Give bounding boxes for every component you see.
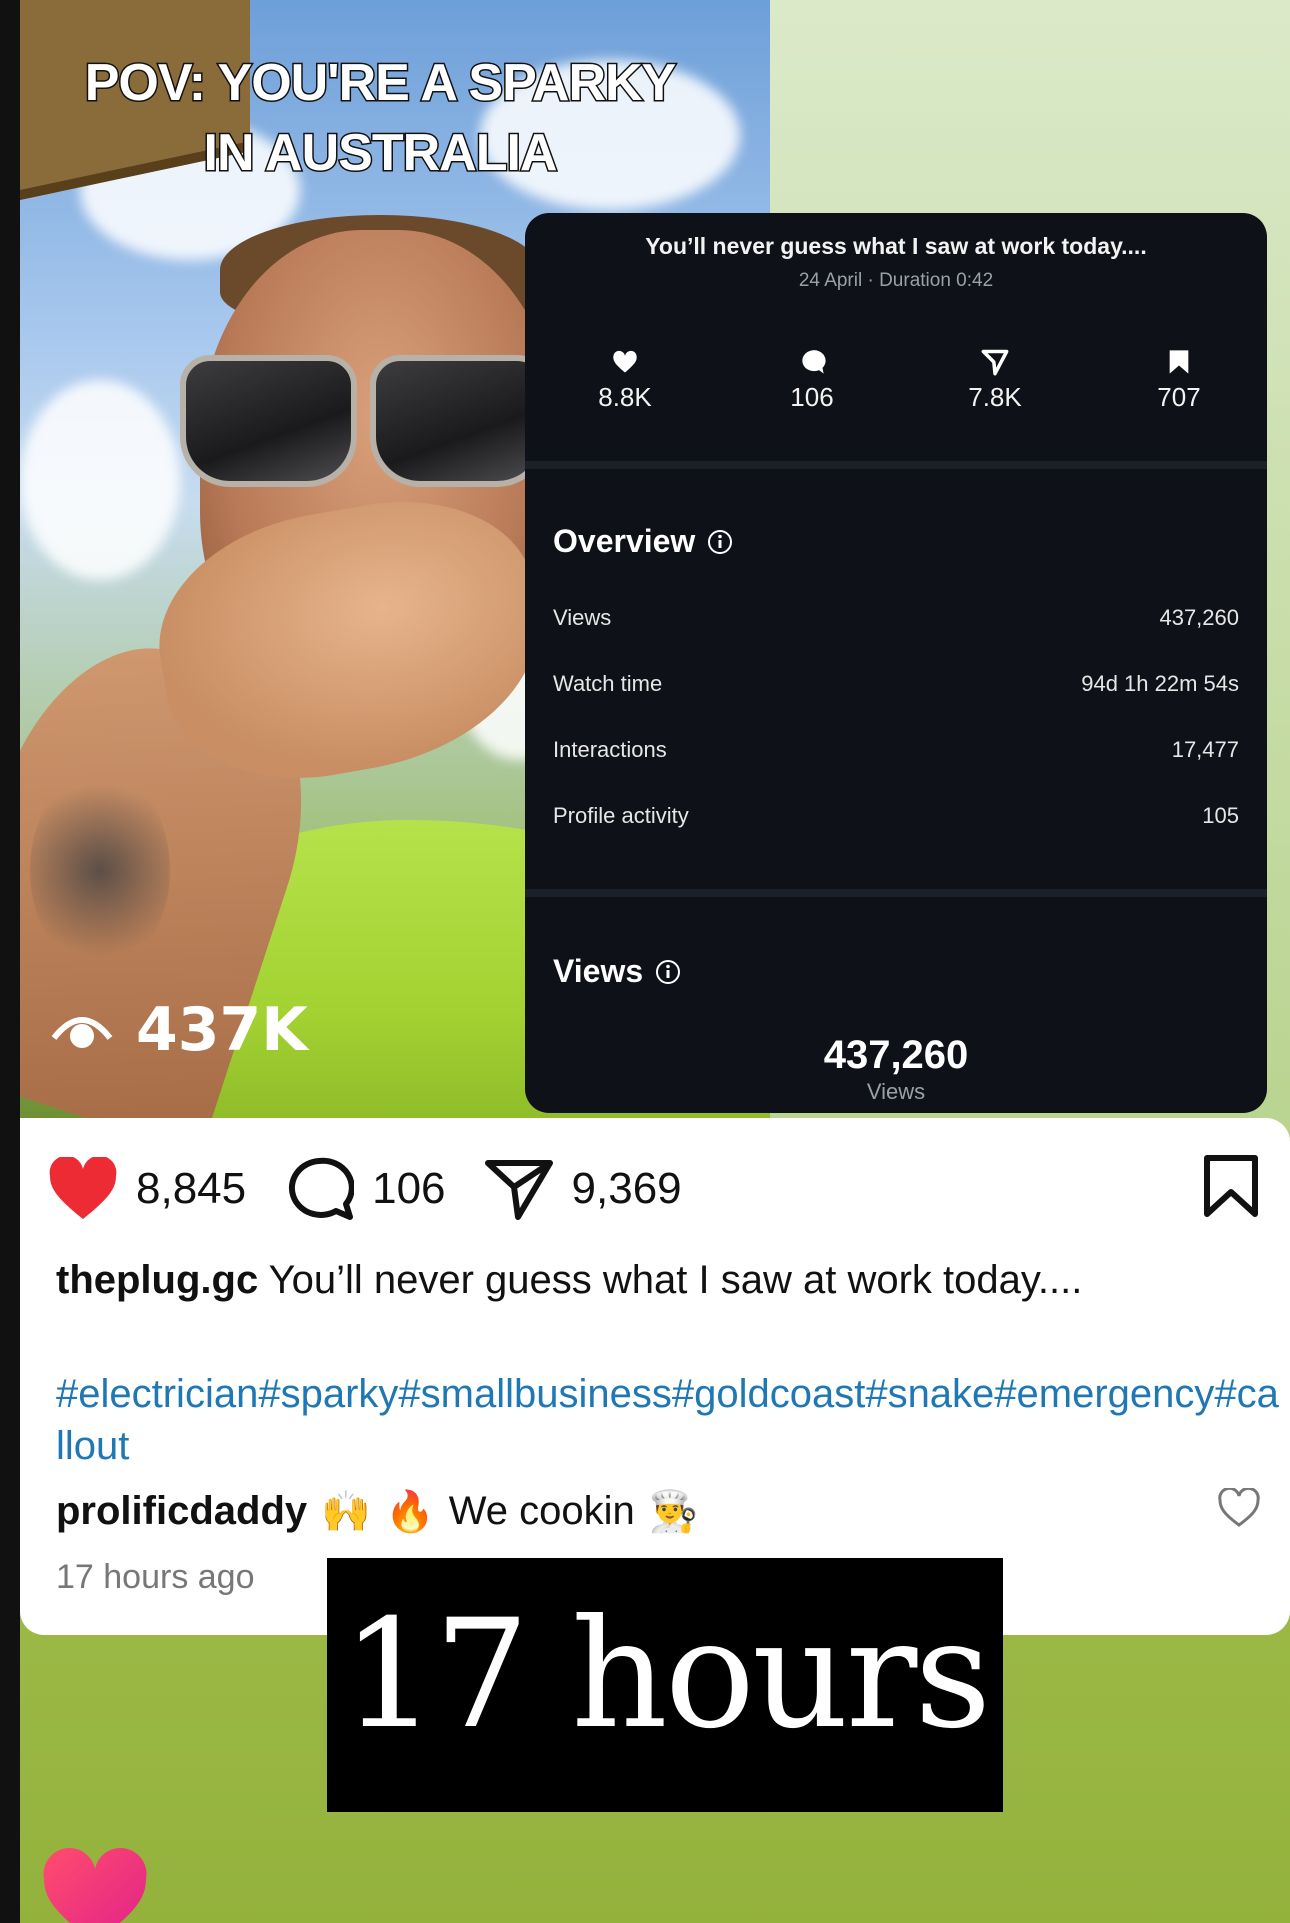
- comment-text: We cookin: [448, 1489, 635, 1533]
- overview-row-profile-activity: Profile activity 105: [553, 803, 1239, 829]
- row-label: Interactions: [553, 737, 667, 762]
- cook-emoji: 👨‍🍳: [648, 1489, 699, 1535]
- info-icon[interactable]: [707, 529, 733, 555]
- like-count: 8,845: [136, 1164, 247, 1213]
- raising-hands-emoji: 🙌: [321, 1489, 371, 1535]
- left-edge: [0, 0, 20, 1923]
- stat-saves: 707: [1119, 348, 1239, 413]
- post-caption: theplug.gc You’ll never guess what I saw…: [56, 1258, 1256, 1303]
- views-badge: 437K: [50, 995, 308, 1065]
- cloud: [20, 380, 180, 580]
- post-actions: 8,845 106 9,369: [48, 1154, 720, 1224]
- overview-row-views: Views 437,260: [553, 605, 1239, 631]
- heart-icon: [613, 350, 637, 373]
- overview-row-interactions: Interactions 17,477: [553, 737, 1239, 763]
- divider: [525, 889, 1267, 897]
- stat-likes: 8.8K: [565, 348, 685, 413]
- views-total: 437,260: [823, 1033, 969, 1077]
- heart-filled-icon: [49, 1157, 117, 1219]
- comment-icon: [289, 1157, 355, 1220]
- pov-overlay-text: POV: YOU'RE A SPARKY IN AUSTRALIA: [20, 48, 740, 188]
- top-comment: prolificdaddy 🙌 🔥 We cookin 👨‍🍳: [56, 1488, 1236, 1535]
- tattoo: [30, 770, 170, 970]
- row-value: 94d 1h 22m 54s: [1081, 671, 1239, 696]
- comment-username[interactable]: prolificdaddy: [56, 1489, 307, 1534]
- analytics-panel: You’ll never guess what I saw at work to…: [525, 213, 1267, 1113]
- caption-text: You’ll never guess what I saw at work to…: [268, 1258, 1083, 1302]
- right-lens: [370, 355, 547, 487]
- stat-saves-value: 707: [1157, 382, 1201, 412]
- stat-comments-value: 106: [790, 382, 834, 412]
- hours-label: 17 hours: [327, 1558, 1003, 1812]
- comment-button[interactable]: 106: [284, 1157, 446, 1221]
- row-value: 17,477: [1171, 737, 1239, 762]
- stat-shares-value: 7.8K: [968, 382, 1022, 412]
- stat-shares: 7.8K: [935, 348, 1055, 413]
- share-icon: [981, 349, 1009, 376]
- share-icon: [484, 1160, 553, 1220]
- fire-emoji: 🔥: [384, 1489, 435, 1535]
- stat-comments: 106: [752, 348, 872, 413]
- hours-label-text: 17 hours: [341, 1588, 992, 1762]
- comment-icon: [802, 350, 826, 374]
- bookmark-icon[interactable]: [1202, 1154, 1260, 1218]
- row-value: 437,260: [1159, 605, 1239, 630]
- story-canvas: POV: YOU'RE A SPARKY IN AUSTRALIA 437K Y…: [0, 0, 1290, 1923]
- bookmark-icon: [1169, 350, 1189, 374]
- row-label: Views: [553, 605, 612, 630]
- comment-time: 17 hours ago: [56, 1558, 255, 1596]
- share-button[interactable]: 9,369: [484, 1157, 682, 1221]
- views-heading: Views: [553, 953, 681, 990]
- row-label: Profile activity: [553, 803, 689, 828]
- stat-likes-value: 8.8K: [598, 382, 652, 412]
- views-title: Views: [553, 953, 644, 989]
- like-button[interactable]: 8,845: [48, 1157, 246, 1221]
- views-total-label: Views: [866, 1079, 926, 1104]
- eye-icon: [51, 1017, 113, 1048]
- overview-title: Overview: [553, 523, 696, 559]
- row-label: Watch time: [553, 671, 663, 696]
- comment-count: 106: [372, 1164, 446, 1213]
- pov-line-2: IN AUSTRALIA: [202, 123, 559, 184]
- info-icon[interactable]: [655, 959, 681, 985]
- views-badge-count: 437K: [136, 995, 308, 1065]
- pov-line-1: POV: YOU'RE A SPARKY: [83, 53, 678, 114]
- overview-row-watch-time: Watch time 94d 1h 22m 54s: [553, 671, 1239, 697]
- heart-sticker-icon: [43, 1848, 147, 1923]
- row-value: 105: [1202, 803, 1239, 828]
- comment-like-icon[interactable]: [1218, 1488, 1260, 1528]
- left-lens: [180, 355, 357, 487]
- divider: [525, 461, 1267, 469]
- overview-heading: Overview: [553, 523, 733, 560]
- hashtags[interactable]: #electrician#sparky#smallbusiness#goldco…: [56, 1368, 1286, 1472]
- analytics-title: You’ll never guess what I saw at work to…: [645, 233, 1147, 259]
- analytics-subtitle: 24 April · Duration 0:42: [798, 270, 994, 291]
- share-count: 9,369: [571, 1164, 682, 1213]
- post-username[interactable]: theplug.gc: [56, 1258, 258, 1302]
- sunglasses: [170, 355, 550, 487]
